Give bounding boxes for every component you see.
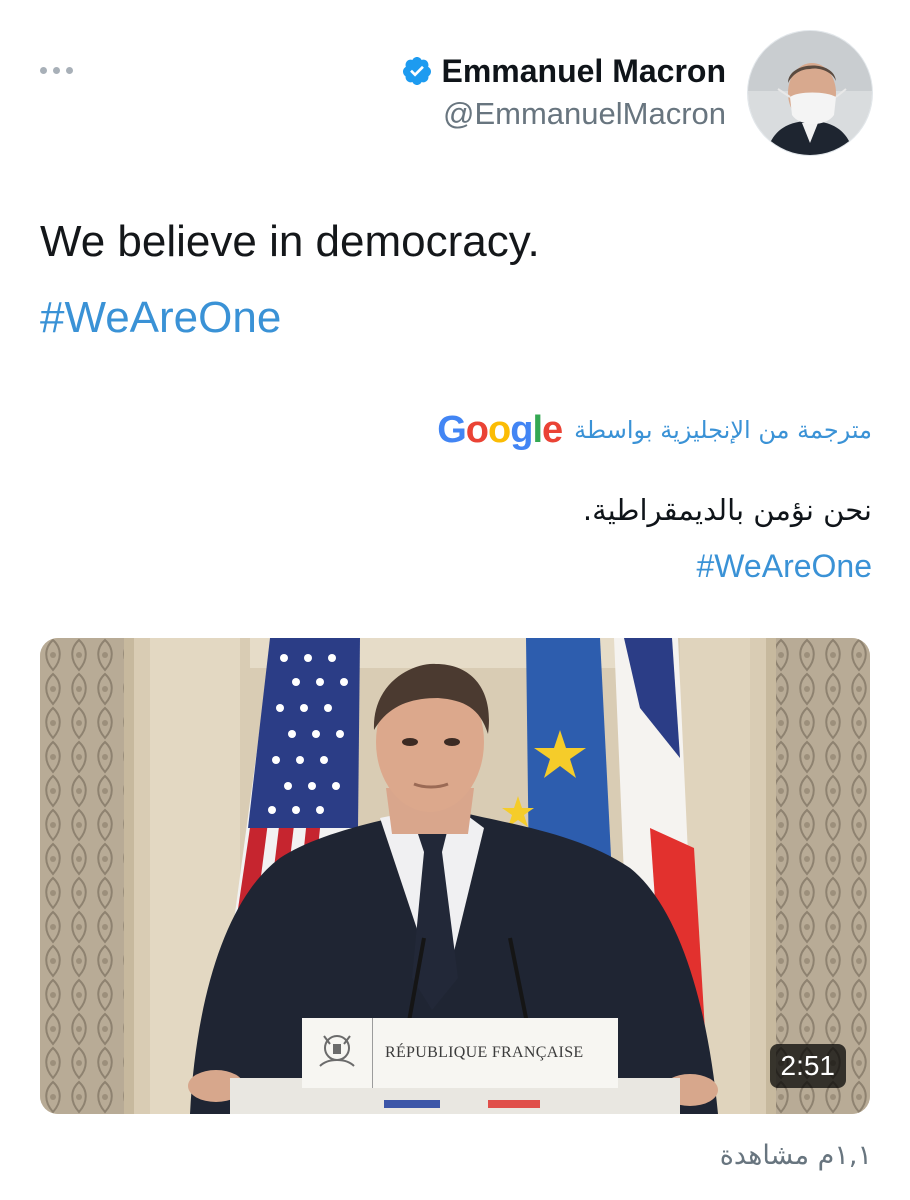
lectern-sign: RÉPUBLIQUE FRANÇAISE: [302, 1018, 618, 1088]
translation-label: مترجمة من الإنجليزية بواسطة: [574, 416, 872, 444]
tweet-hashtag-link[interactable]: #WeAreOne: [40, 288, 281, 348]
google-logo-e: e: [542, 409, 563, 451]
author-info[interactable]: Emmanuel Macron @EmmanuelMacron: [401, 52, 726, 134]
view-count: ١,١م مشاهدة: [719, 1140, 872, 1171]
republic-emblem-icon: [302, 1018, 373, 1088]
video-player[interactable]: RÉPUBLIQUE FRANÇAISE 2:51: [40, 638, 870, 1114]
tweet-text: We believe in democracy.: [40, 217, 540, 266]
avatar[interactable]: [747, 30, 873, 156]
google-logo: Google: [437, 408, 563, 452]
display-name[interactable]: Emmanuel Macron: [441, 52, 726, 90]
lectern-label: RÉPUBLIQUE FRANÇAISE: [385, 1044, 584, 1061]
translated-hashtag-link[interactable]: #WeAreOne: [697, 544, 873, 588]
google-logo-g: G: [437, 409, 467, 451]
translated-tweet-text: نحن نؤمن بالديمقراطية.: [582, 493, 872, 527]
video-duration-badge: 2:51: [769, 1044, 846, 1088]
translation-attribution: Google مترجمة من الإنجليزية بواسطة: [437, 408, 872, 452]
dot-icon: [53, 66, 60, 74]
avatar-photo: [748, 31, 872, 155]
dot-icon: [40, 66, 47, 74]
user-handle[interactable]: @EmmanuelMacron: [401, 94, 726, 134]
more-options-icon[interactable]: [40, 62, 80, 78]
dot-icon: [66, 66, 73, 74]
verified-badge-icon: [403, 57, 432, 85]
google-logo-l: l: [532, 409, 543, 451]
google-logo-o2: o: [488, 409, 511, 451]
google-logo-o1: o: [465, 409, 489, 451]
google-logo-g2: g: [510, 409, 533, 451]
tweet-detail: Emmanuel Macron @EmmanuelMacron We belie…: [0, 0, 910, 1200]
